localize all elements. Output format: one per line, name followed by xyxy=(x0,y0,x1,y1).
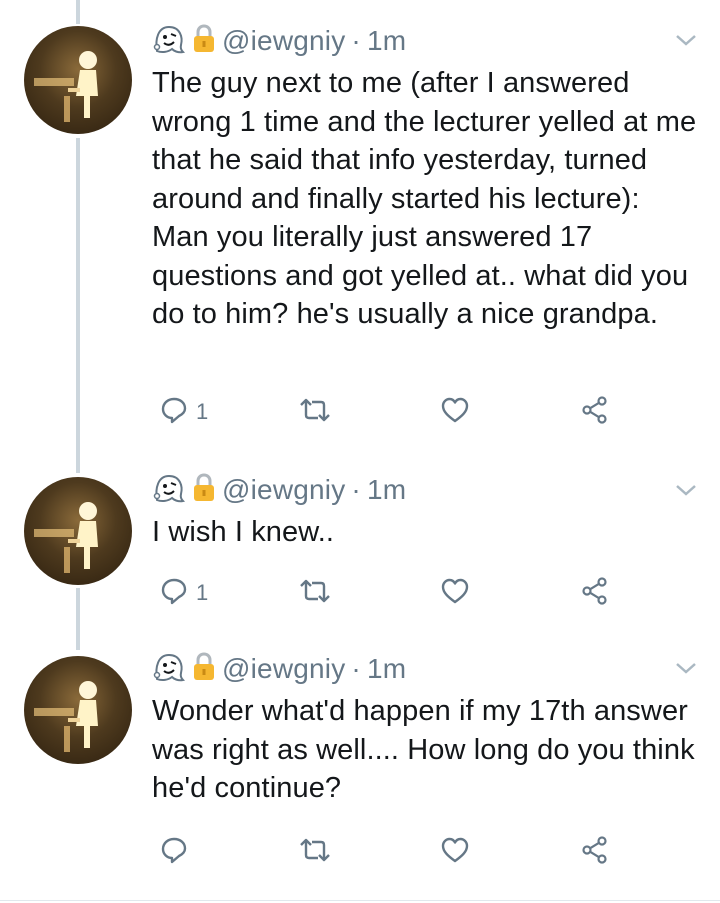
heart-icon xyxy=(440,836,470,869)
chevron-down-icon[interactable] xyxy=(674,660,698,681)
tweet-header: @iewgniy · 1m xyxy=(152,472,406,509)
ghost-emoji-icon xyxy=(152,472,186,509)
divider xyxy=(0,900,720,901)
separator: · xyxy=(351,474,361,505)
lock-icon xyxy=(192,651,216,688)
ghost-emoji-icon xyxy=(152,651,186,688)
tweet-text: Wonder what'd happen if my 17th answer w… xyxy=(152,695,703,804)
tweet-actions: 1 xyxy=(152,392,622,432)
avatar[interactable] xyxy=(24,477,132,585)
share-icon xyxy=(580,576,610,611)
reply-button[interactable] xyxy=(160,832,196,872)
timestamp[interactable]: 1m xyxy=(367,653,406,685)
tweet-text: The guy next to me (after I answered wro… xyxy=(152,67,705,330)
tweet-actions xyxy=(152,832,622,872)
chevron-down-icon[interactable] xyxy=(674,482,698,503)
like-button[interactable] xyxy=(440,573,478,613)
lock-icon xyxy=(192,472,216,509)
tweet-text: I wish I knew.. xyxy=(152,516,335,548)
chevron-down-icon[interactable] xyxy=(674,32,698,53)
reply-icon xyxy=(160,396,188,429)
heart-icon xyxy=(440,396,470,429)
timestamp[interactable]: 1m xyxy=(367,474,406,506)
thread-line-top xyxy=(76,0,80,24)
tweet-header: @iewgniy · 1m xyxy=(152,651,406,688)
user-handle[interactable]: @iewgniy xyxy=(222,653,345,685)
tweet-actions: 1 xyxy=(152,573,622,613)
separator: · xyxy=(351,25,361,56)
reply-button[interactable]: 1 xyxy=(160,573,208,613)
separator: · xyxy=(351,653,361,684)
retweet-button[interactable] xyxy=(298,573,340,613)
like-button[interactable] xyxy=(440,392,478,432)
reply-count: 1 xyxy=(196,580,209,605)
retweet-icon xyxy=(298,396,332,429)
retweet-icon xyxy=(298,836,332,869)
share-icon xyxy=(580,835,610,870)
avatar[interactable] xyxy=(24,26,132,134)
reply-button[interactable]: 1 xyxy=(160,392,208,432)
timestamp[interactable]: 1m xyxy=(367,25,406,57)
like-button[interactable] xyxy=(440,832,478,872)
thread-line-2 xyxy=(76,588,80,650)
reply-icon xyxy=(160,836,188,869)
share-button[interactable] xyxy=(580,392,610,432)
tweet-header: @iewgniy · 1m xyxy=(152,23,406,60)
lock-icon xyxy=(192,23,216,60)
heart-icon xyxy=(440,577,470,610)
retweet-button[interactable] xyxy=(298,832,340,872)
user-handle[interactable]: @iewgniy xyxy=(222,474,345,506)
retweet-button[interactable] xyxy=(298,392,340,432)
avatar[interactable] xyxy=(24,656,132,764)
retweet-icon xyxy=(298,577,332,610)
reply-icon xyxy=(160,577,188,610)
share-button[interactable] xyxy=(580,573,610,613)
user-handle[interactable]: @iewgniy xyxy=(222,25,345,57)
share-icon xyxy=(580,395,610,430)
share-button[interactable] xyxy=(580,832,610,872)
ghost-emoji-icon xyxy=(152,23,186,60)
thread-line-1 xyxy=(76,138,80,473)
reply-count: 1 xyxy=(196,399,209,424)
